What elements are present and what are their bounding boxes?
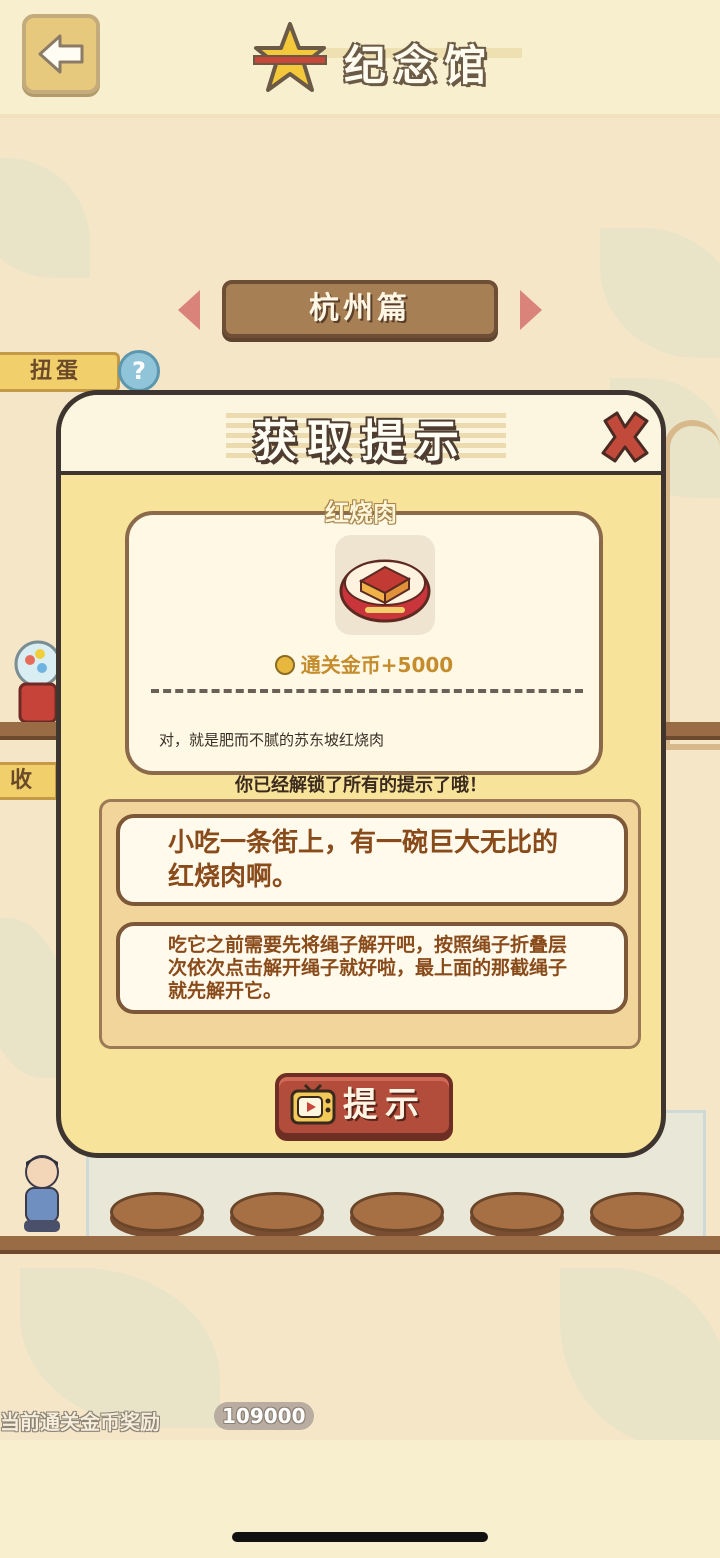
display-cabinet <box>664 420 720 750</box>
reward-value: 109000 <box>214 1402 314 1430</box>
top-bar: 纪念馆 <box>0 0 720 118</box>
chapter-label: 杭州篇 <box>309 291 411 326</box>
unlocked-message: 你已经解锁了所有的提示了哦！ <box>235 775 487 796</box>
display-plate[interactable] <box>110 1192 204 1232</box>
star-icon <box>253 22 327 92</box>
item-description: 对，就是肥而不腻的苏东坡红烧肉 <box>159 731 385 749</box>
character-figure <box>24 1155 60 1232</box>
item-info-card: 通关金币+5000 对，就是肥而不腻的苏东坡红烧肉 <box>125 511 603 775</box>
back-button[interactable] <box>22 14 100 94</box>
tip-box: 小吃一条街上，有一碗巨大无比的红烧肉啊。 <box>116 814 628 906</box>
coin-reward: 通关金币+5000 <box>129 649 599 678</box>
braised-pork-icon <box>339 559 431 623</box>
page-title: 纪念馆 <box>344 41 495 90</box>
dialog-header: 获取提示 <box>61 395 661 475</box>
hint-button-label: 提示 <box>343 1085 427 1125</box>
question-mark-icon[interactable]: ? <box>118 350 160 392</box>
hint-dialog: 获取提示 通关金币+5000 对，就是肥而不腻的苏东坡红烧肉 红烧肉 你已经解锁… <box>56 390 666 1158</box>
dialog-title: 获取提示 <box>253 416 469 467</box>
chapter-selector[interactable]: 杭州篇 <box>222 280 498 338</box>
tip-box: 吃它之前需要先将绳子解开吧，按照绳子折叠层次依次点击解开绳子就好啦，最上面的那截… <box>116 922 628 1014</box>
tips-panel: 小吃一条街上，有一碗巨大无比的红烧肉啊。 吃它之前需要先将绳子解开吧，按照绳子折… <box>99 799 641 1049</box>
display-plate[interactable] <box>590 1192 684 1232</box>
reward-label: 当前通关金币奖励 <box>0 1410 160 1434</box>
prev-chapter-arrow[interactable] <box>178 290 200 330</box>
hint-button[interactable]: 提示 <box>275 1073 453 1137</box>
display-plate[interactable] <box>230 1192 324 1232</box>
page-title-group: 纪念馆 <box>252 18 524 98</box>
leaf-decoration <box>600 228 720 358</box>
back-arrow-icon <box>38 34 84 74</box>
item-name: 红烧肉 <box>325 499 397 527</box>
display-plate[interactable] <box>470 1192 564 1232</box>
tv-video-icon <box>290 1083 336 1125</box>
display-plate[interactable] <box>350 1192 444 1232</box>
coin-reward-text: 通关金币+5000 <box>300 653 454 677</box>
leaf-decoration <box>560 1268 720 1448</box>
shelf <box>662 722 720 740</box>
collection-tab[interactable]: 收 <box>0 762 58 800</box>
coin-icon <box>274 655 295 675</box>
leaf-decoration <box>20 1268 220 1428</box>
bottom-shelf <box>0 1236 720 1254</box>
home-indicator[interactable] <box>232 1532 488 1542</box>
close-x-icon[interactable] <box>597 409 653 465</box>
gacha-tab[interactable]: 扭蛋 <box>0 352 120 392</box>
shelf <box>0 722 60 740</box>
food-image-frame <box>335 535 435 635</box>
dashed-divider <box>151 689 583 693</box>
next-chapter-arrow[interactable] <box>520 290 542 330</box>
leaf-decoration <box>0 158 90 278</box>
